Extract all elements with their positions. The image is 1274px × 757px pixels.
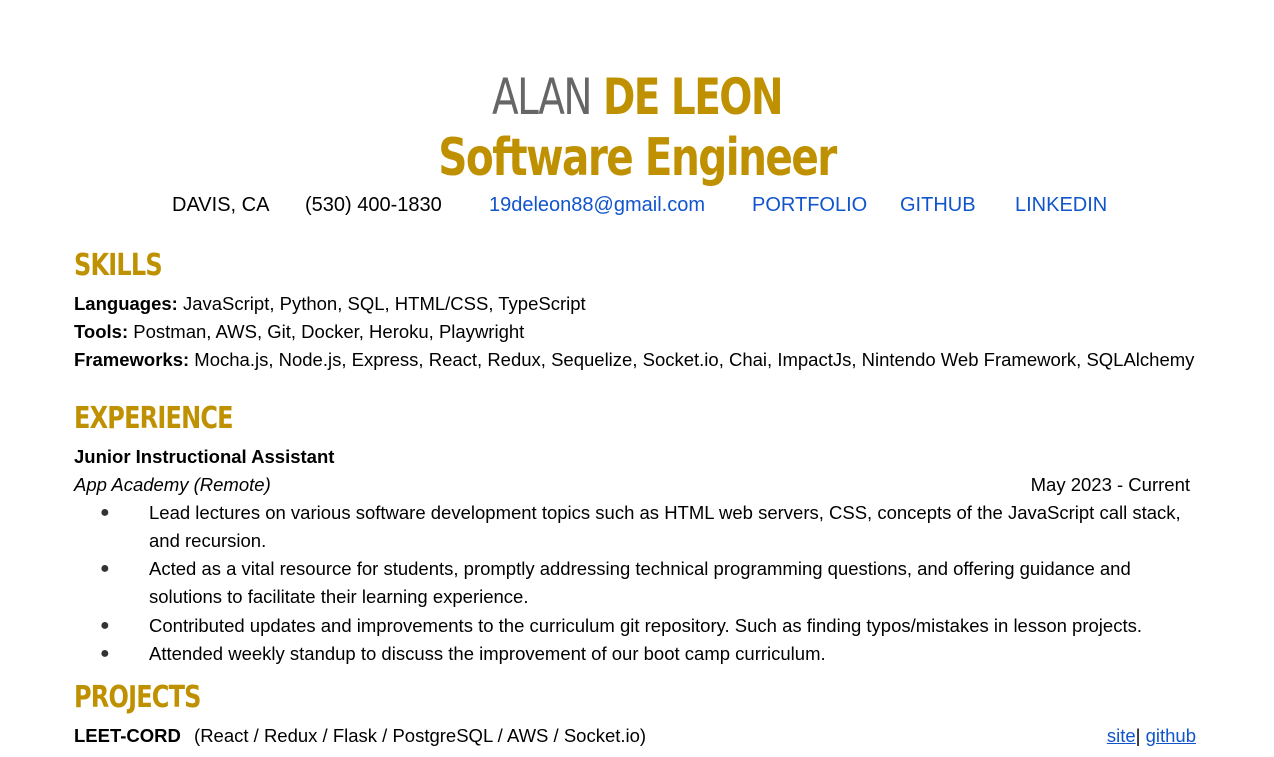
project-links: site| github	[1107, 722, 1196, 750]
languages-value: JavaScript, Python, SQL, HTML/CSS, TypeS…	[177, 293, 586, 314]
link-separator: |	[1135, 725, 1141, 746]
contact-row: DAVIS, CA (530) 400-1830 19deleon88@gmai…	[0, 192, 1274, 218]
project-stack: (React / Redux / Flask / PostgreSQL / AW…	[194, 725, 647, 746]
github-link[interactable]: GITHUB	[900, 192, 976, 218]
bullet-text: Attended weekly standup to discuss the i…	[149, 643, 826, 664]
job-role: Junior Instructional Assistant	[74, 446, 335, 467]
portfolio-link[interactable]: PORTFOLIO	[752, 192, 867, 218]
skills-frameworks: Frameworks: Mocha.js, Node.js, Express, …	[74, 346, 1194, 374]
skills-languages: Languages: JavaScript, Python, SQL, HTML…	[74, 290, 586, 318]
list-item: ● Acted as a vital resource for students…	[100, 555, 1200, 611]
list-item: ● Lead lectures on various software deve…	[100, 499, 1200, 555]
bullet-icon: ●	[100, 560, 110, 577]
tools-label: Tools:	[74, 321, 129, 342]
project-site-link[interactable]: site	[1107, 725, 1136, 746]
frameworks-label: Frameworks:	[74, 349, 190, 370]
phone: (530) 400-1830	[305, 194, 442, 216]
project-name: LEET-CORD	[74, 725, 181, 746]
skills-heading: SKILLS	[74, 248, 163, 283]
linkedin-link[interactable]: LINKEDIN	[1015, 192, 1107, 218]
languages-label: Languages:	[74, 293, 178, 314]
last-name: DE LEON	[602, 68, 784, 126]
first-name: ALAN	[492, 68, 592, 126]
bullet-text: Contributed updates and improvements to …	[149, 615, 1142, 636]
project-row: LEET-CORD (React / Redux / Flask / Postg…	[74, 722, 646, 750]
email-link[interactable]: 19deleon88@gmail.com	[489, 192, 705, 218]
list-item: ● Contributed updates and improvements t…	[100, 612, 1200, 640]
resume-page: ALAN DE LEON Software Engineer DAVIS, CA…	[0, 0, 1274, 757]
bullet-text: Acted as a vital resource for students, …	[149, 558, 1131, 607]
name-heading: ALAN DE LEON	[140, 66, 1134, 128]
bullet-icon: ●	[100, 645, 110, 662]
job-dates: May 2023 - Current	[1030, 474, 1190, 495]
job-title: Software Engineer	[438, 128, 837, 188]
bullet-icon: ●	[100, 617, 110, 634]
bullet-icon: ●	[100, 504, 110, 521]
list-item: ● Attended weekly standup to discuss the…	[100, 640, 1200, 668]
project-github-link[interactable]: github	[1146, 725, 1196, 746]
job-company: App Academy (Remote)	[74, 474, 271, 495]
tools-value: Postman, AWS, Git, Docker, Heroku, Playw…	[128, 321, 525, 342]
skills-tools: Tools: Postman, AWS, Git, Docker, Heroku…	[74, 318, 524, 346]
frameworks-value: Mocha.js, Node.js, Express, React, Redux…	[189, 349, 1195, 370]
experience-heading: EXPERIENCE	[74, 401, 234, 436]
projects-heading: PROJECTS	[74, 680, 201, 715]
location: DAVIS, CA	[172, 194, 270, 216]
bullet-text: Lead lectures on various software develo…	[149, 502, 1181, 551]
